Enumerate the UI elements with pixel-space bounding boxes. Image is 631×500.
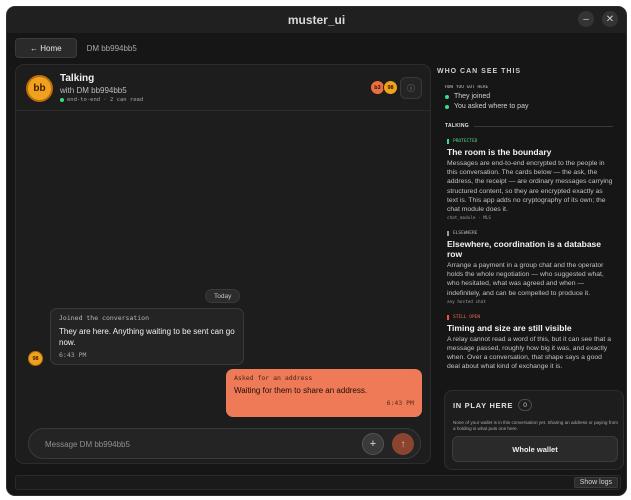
card-foot: chat_module · MLS: [447, 216, 491, 222]
list-item-label: You asked where to pay: [454, 103, 529, 110]
title-bar: muster_ui – ✕: [7, 7, 626, 33]
in-play-panel: IN PLAY HERE 0 None of your wallet is in…: [444, 390, 624, 470]
member-avatar: 98: [383, 80, 398, 95]
message-tag: Joined the conversation: [59, 314, 150, 322]
info-card: PROTECTED The room is the boundary Messa…: [445, 139, 613, 221]
in-play-title: IN PLAY HERE: [453, 400, 514, 410]
message-input[interactable]: [45, 437, 335, 451]
log-bar: Show logs: [15, 475, 621, 490]
info-card: ELSEWHERE Elsewhere, coordination is a d…: [445, 231, 613, 305]
card-title: Timing and size are still visible: [447, 322, 572, 333]
in-play-note: None of your wallet is in this conversat…: [453, 420, 618, 431]
close-icon[interactable]: ✕: [602, 11, 618, 27]
chat-subtitle: with DM bb994bb5: [60, 86, 127, 95]
plus-icon[interactable]: +: [362, 433, 384, 455]
message-time: 6:43 PM: [386, 398, 414, 407]
talking-divider: TALKING: [445, 123, 613, 129]
talking-label: TALKING: [445, 123, 469, 129]
chat-panel: bb Talking with DM bb994bb5 end-to-end ·…: [15, 64, 431, 464]
chat-title: Talking: [60, 73, 95, 84]
how-label: HOW YOU GOT HERE: [445, 85, 489, 90]
list-item: They joined: [445, 93, 613, 100]
member-avatars[interactable]: b3 98: [370, 80, 398, 95]
message-text: They are here. Anything waiting to be se…: [59, 327, 235, 347]
card-foot: any hosted chat: [447, 299, 486, 305]
info-icon[interactable]: ⓘ: [400, 77, 422, 99]
card-title: Elsewhere, coordination is a database ro…: [447, 239, 601, 260]
message-composer: + ↑: [28, 428, 421, 459]
outgoing-message: Asked for an address Waiting for them to…: [226, 369, 422, 417]
count-badge: 0: [518, 399, 533, 411]
arrow-up-icon[interactable]: ↑: [392, 433, 414, 455]
message-text: Waiting for them to share an address.: [234, 386, 368, 395]
encryption-status: end-to-end · 2 can read: [60, 97, 143, 103]
card-tag: ELSEWHERE: [447, 231, 613, 237]
day-divider: Today: [205, 289, 241, 303]
bullet-dot-icon: [445, 104, 449, 109]
minimize-icon[interactable]: –: [578, 11, 594, 27]
home-button[interactable]: ← Home: [15, 38, 77, 58]
chat-header: bb Talking with DM bb994bb5 end-to-end ·…: [16, 65, 430, 111]
sidebar-heading: WHO CAN SEE THIS: [437, 68, 522, 75]
card-body: A relay cannot read a word of this, but …: [447, 335, 611, 371]
list-item: You asked where to pay: [445, 103, 613, 110]
divider: [473, 125, 613, 127]
card-body: Messages are end-to-end encrypted to the…: [447, 160, 613, 213]
card-body: Arrange a payment in a group chat and th…: [447, 262, 604, 297]
sender-avatar: 98: [28, 351, 43, 366]
nav-row: ← Home DM bb994bb5: [15, 38, 137, 58]
card-title: The room is the boundary: [447, 147, 552, 157]
card-tag: STILL OPEN: [447, 314, 613, 320]
show-logs-button[interactable]: Show logs: [573, 477, 618, 488]
visibility-sidebar: HOW YOU GOT HERE They joined You asked w…: [445, 85, 613, 381]
whole-wallet-button[interactable]: Whole wallet: [452, 436, 618, 462]
message-time: 6:43 PM: [59, 350, 87, 359]
status-dot-icon: [60, 98, 64, 102]
app-window: muster_ui – ✕ ← Home DM bb994bb5 bb Talk…: [6, 6, 627, 496]
message-tag: Asked for an address: [234, 374, 313, 382]
list-item-label: They joined: [454, 93, 491, 100]
bullet-dot-icon: [445, 94, 449, 99]
window-title: muster_ui: [287, 13, 346, 27]
avatar: bb: [26, 75, 53, 102]
status-text: end-to-end · 2 can read: [67, 97, 144, 103]
breadcrumb: DM bb994bb5: [86, 43, 137, 53]
card-tag: PROTECTED: [447, 139, 613, 144]
incoming-message: Joined the conversation They are here. A…: [50, 308, 244, 365]
info-card: STILL OPEN Timing and size are still vis…: [445, 314, 613, 372]
